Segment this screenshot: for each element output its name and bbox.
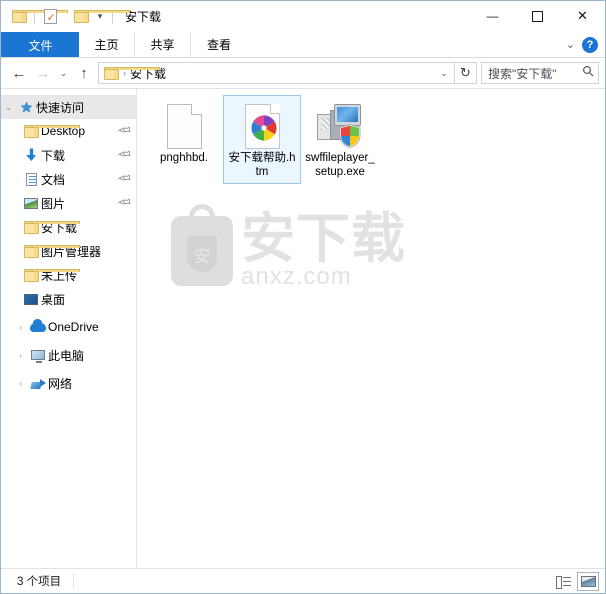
watermark-en-text: anxz.com bbox=[241, 263, 352, 290]
desktop-icon bbox=[21, 293, 41, 305]
sidebar-item-picture-manager[interactable]: 图片管理器 bbox=[1, 239, 136, 263]
view-toggle-group bbox=[552, 571, 599, 591]
recent-locations-icon[interactable]: ⌄ bbox=[55, 61, 72, 85]
properties-folder-icon[interactable] bbox=[8, 6, 68, 28]
sidebar-item-this-pc[interactable]: › 此电脑 bbox=[1, 343, 136, 367]
address-dropdown-icon[interactable]: ⌄ bbox=[436, 68, 452, 79]
sidebar-item-desktop-en[interactable]: Desktop bbox=[1, 119, 136, 143]
ribbon-right-controls: ⌄ ? bbox=[566, 32, 605, 57]
file-name: pnghhbd. bbox=[160, 152, 208, 164]
quick-access-dropdown-icon[interactable]: ▾ bbox=[92, 6, 108, 28]
tab-file[interactable]: 文件 bbox=[1, 32, 79, 57]
tab-share[interactable]: 共享 bbox=[135, 32, 191, 57]
sidebar-item-label: OneDrive bbox=[48, 320, 99, 334]
cloud-icon bbox=[28, 318, 48, 332]
site-watermark: 安 安下载 anxz.com bbox=[171, 204, 406, 290]
refresh-button[interactable]: ↻ bbox=[455, 62, 477, 84]
sidebar-item-label: 文档 bbox=[41, 172, 66, 187]
documents-icon bbox=[21, 172, 41, 186]
tab-home[interactable]: 主页 bbox=[79, 32, 135, 57]
sidebar-item-network[interactable]: › 网络 bbox=[1, 371, 136, 395]
sidebar-item-pictures[interactable]: 图片 bbox=[1, 191, 136, 215]
file-list-pane[interactable]: 安 安下载 anxz.com pnghhbd. 安下载帮助.htm swffil… bbox=[137, 89, 605, 568]
title-bar: ✓ ▾ 安下载 — ✕ bbox=[1, 1, 605, 32]
pin-icon[interactable] bbox=[116, 146, 133, 164]
sidebar-item-quick-access[interactable]: ⌄ 快速访问 bbox=[1, 95, 136, 119]
pin-icon[interactable] bbox=[116, 194, 133, 212]
pin-icon[interactable] bbox=[116, 170, 133, 188]
up-button[interactable]: ↑ bbox=[72, 61, 96, 85]
sidebar-item-not-uploaded[interactable]: 未上传 bbox=[1, 263, 136, 287]
search-box[interactable]: 搜索"安下载" bbox=[481, 62, 599, 84]
search-icon[interactable] bbox=[582, 64, 594, 82]
sidebar-item-label: 下载 bbox=[41, 148, 66, 163]
search-input[interactable]: 搜索"安下载" bbox=[488, 65, 582, 82]
ribbon-tabs: 文件 主页 共享 查看 ⌄ ? bbox=[1, 32, 605, 58]
new-folder-icon[interactable] bbox=[70, 6, 130, 28]
sidebar-item-label: 此电脑 bbox=[48, 348, 85, 363]
forward-button[interactable]: → bbox=[31, 61, 55, 85]
breadcrumb: › 安下载 bbox=[104, 65, 436, 82]
chevron-down-icon[interactable]: ⌄ bbox=[1, 103, 16, 112]
file-explorer-window: ✓ ▾ 安下载 — ✕ 文件 主页 共享 查看 ⌄ ? ← → ⌄ ↑ › 安下… bbox=[0, 0, 606, 594]
sidebar-item-documents[interactable]: 文档 bbox=[1, 167, 136, 191]
close-button[interactable]: ✕ bbox=[560, 1, 605, 31]
file-name: swffileplayer_setup.exe bbox=[305, 152, 375, 178]
explorer-body: ⌄ 快速访问 Desktop 下载 文档 图片 安下载 图片管理器 未上传 桌面… bbox=[1, 88, 605, 568]
sidebar-item-downloads[interactable]: 下载 bbox=[1, 143, 136, 167]
folder-icon bbox=[21, 124, 80, 138]
html-document-icon bbox=[244, 101, 280, 151]
checked-document-icon[interactable]: ✓ bbox=[39, 6, 61, 28]
watermark-cn-text: 安下载 bbox=[241, 207, 406, 270]
status-divider bbox=[73, 573, 75, 589]
chevron-right-icon[interactable]: › bbox=[13, 379, 28, 388]
file-item[interactable]: swffileplayer_setup.exe bbox=[301, 95, 379, 184]
breadcrumb-bar[interactable]: › 安下载 ⌄ bbox=[98, 62, 455, 84]
star-icon bbox=[16, 100, 36, 114]
sidebar-item-label: 快速访问 bbox=[36, 100, 85, 115]
large-icons-view-button[interactable] bbox=[577, 571, 599, 591]
sidebar-item-label: 桌面 bbox=[41, 292, 66, 307]
navigation-pane: ⌄ 快速访问 Desktop 下载 文档 图片 安下载 图片管理器 未上传 桌面… bbox=[1, 89, 137, 568]
tab-view[interactable]: 查看 bbox=[191, 32, 247, 57]
window-title: 安下载 bbox=[125, 10, 162, 24]
folder-icon bbox=[21, 220, 80, 234]
collapse-ribbon-icon[interactable]: ⌄ bbox=[566, 38, 575, 51]
address-bar: ← → ⌄ ↑ › 安下载 ⌄ ↻ 搜索"安下载" bbox=[1, 58, 605, 88]
item-count-label: 3 个项目 bbox=[17, 576, 62, 588]
file-grid: pnghhbd. 安下载帮助.htm swffileplayer_setup.e… bbox=[137, 89, 605, 184]
watermark-text: 安下载 anxz.com bbox=[241, 207, 406, 290]
file-item[interactable]: pnghhbd. bbox=[145, 95, 223, 184]
chevron-right-icon[interactable]: › bbox=[13, 351, 28, 360]
watermark-bag-icon: 安 bbox=[171, 204, 233, 286]
executable-installer-icon bbox=[317, 101, 363, 151]
blank-document-icon bbox=[166, 101, 202, 151]
maximize-button[interactable] bbox=[515, 1, 560, 31]
breadcrumb-separator-icon[interactable]: › bbox=[121, 68, 128, 78]
quick-access-toolbar: ✓ ▾ bbox=[8, 6, 130, 28]
sidebar-item-onedrive[interactable]: › OneDrive bbox=[1, 315, 136, 339]
this-pc-icon bbox=[28, 350, 48, 363]
help-icon[interactable]: ? bbox=[582, 36, 598, 53]
network-icon bbox=[28, 378, 48, 389]
pictures-icon bbox=[21, 197, 41, 209]
folder-icon bbox=[21, 244, 80, 258]
sidebar-item-anxiazai[interactable]: 安下载 bbox=[1, 215, 136, 239]
download-icon bbox=[21, 148, 41, 162]
sidebar-item-label: 网络 bbox=[48, 376, 73, 391]
sidebar-item-desktop-cn[interactable]: 桌面 bbox=[1, 287, 136, 311]
minimize-button[interactable]: — bbox=[470, 1, 515, 31]
folder-icon bbox=[21, 268, 80, 282]
watermark-badge-char: 安 bbox=[187, 236, 217, 272]
file-item[interactable]: 安下载帮助.htm bbox=[223, 95, 301, 184]
back-button[interactable]: ← bbox=[7, 61, 31, 85]
chevron-right-icon[interactable]: › bbox=[13, 323, 28, 332]
details-view-button[interactable] bbox=[552, 572, 574, 591]
window-controls: — ✕ bbox=[470, 1, 605, 31]
file-name: 安下载帮助.htm bbox=[228, 152, 296, 178]
status-bar: 3 个项目 bbox=[1, 568, 605, 593]
sidebar-item-label: 图片 bbox=[41, 196, 66, 211]
pin-icon[interactable] bbox=[116, 122, 133, 140]
breadcrumb-folder-icon[interactable] bbox=[104, 66, 160, 80]
